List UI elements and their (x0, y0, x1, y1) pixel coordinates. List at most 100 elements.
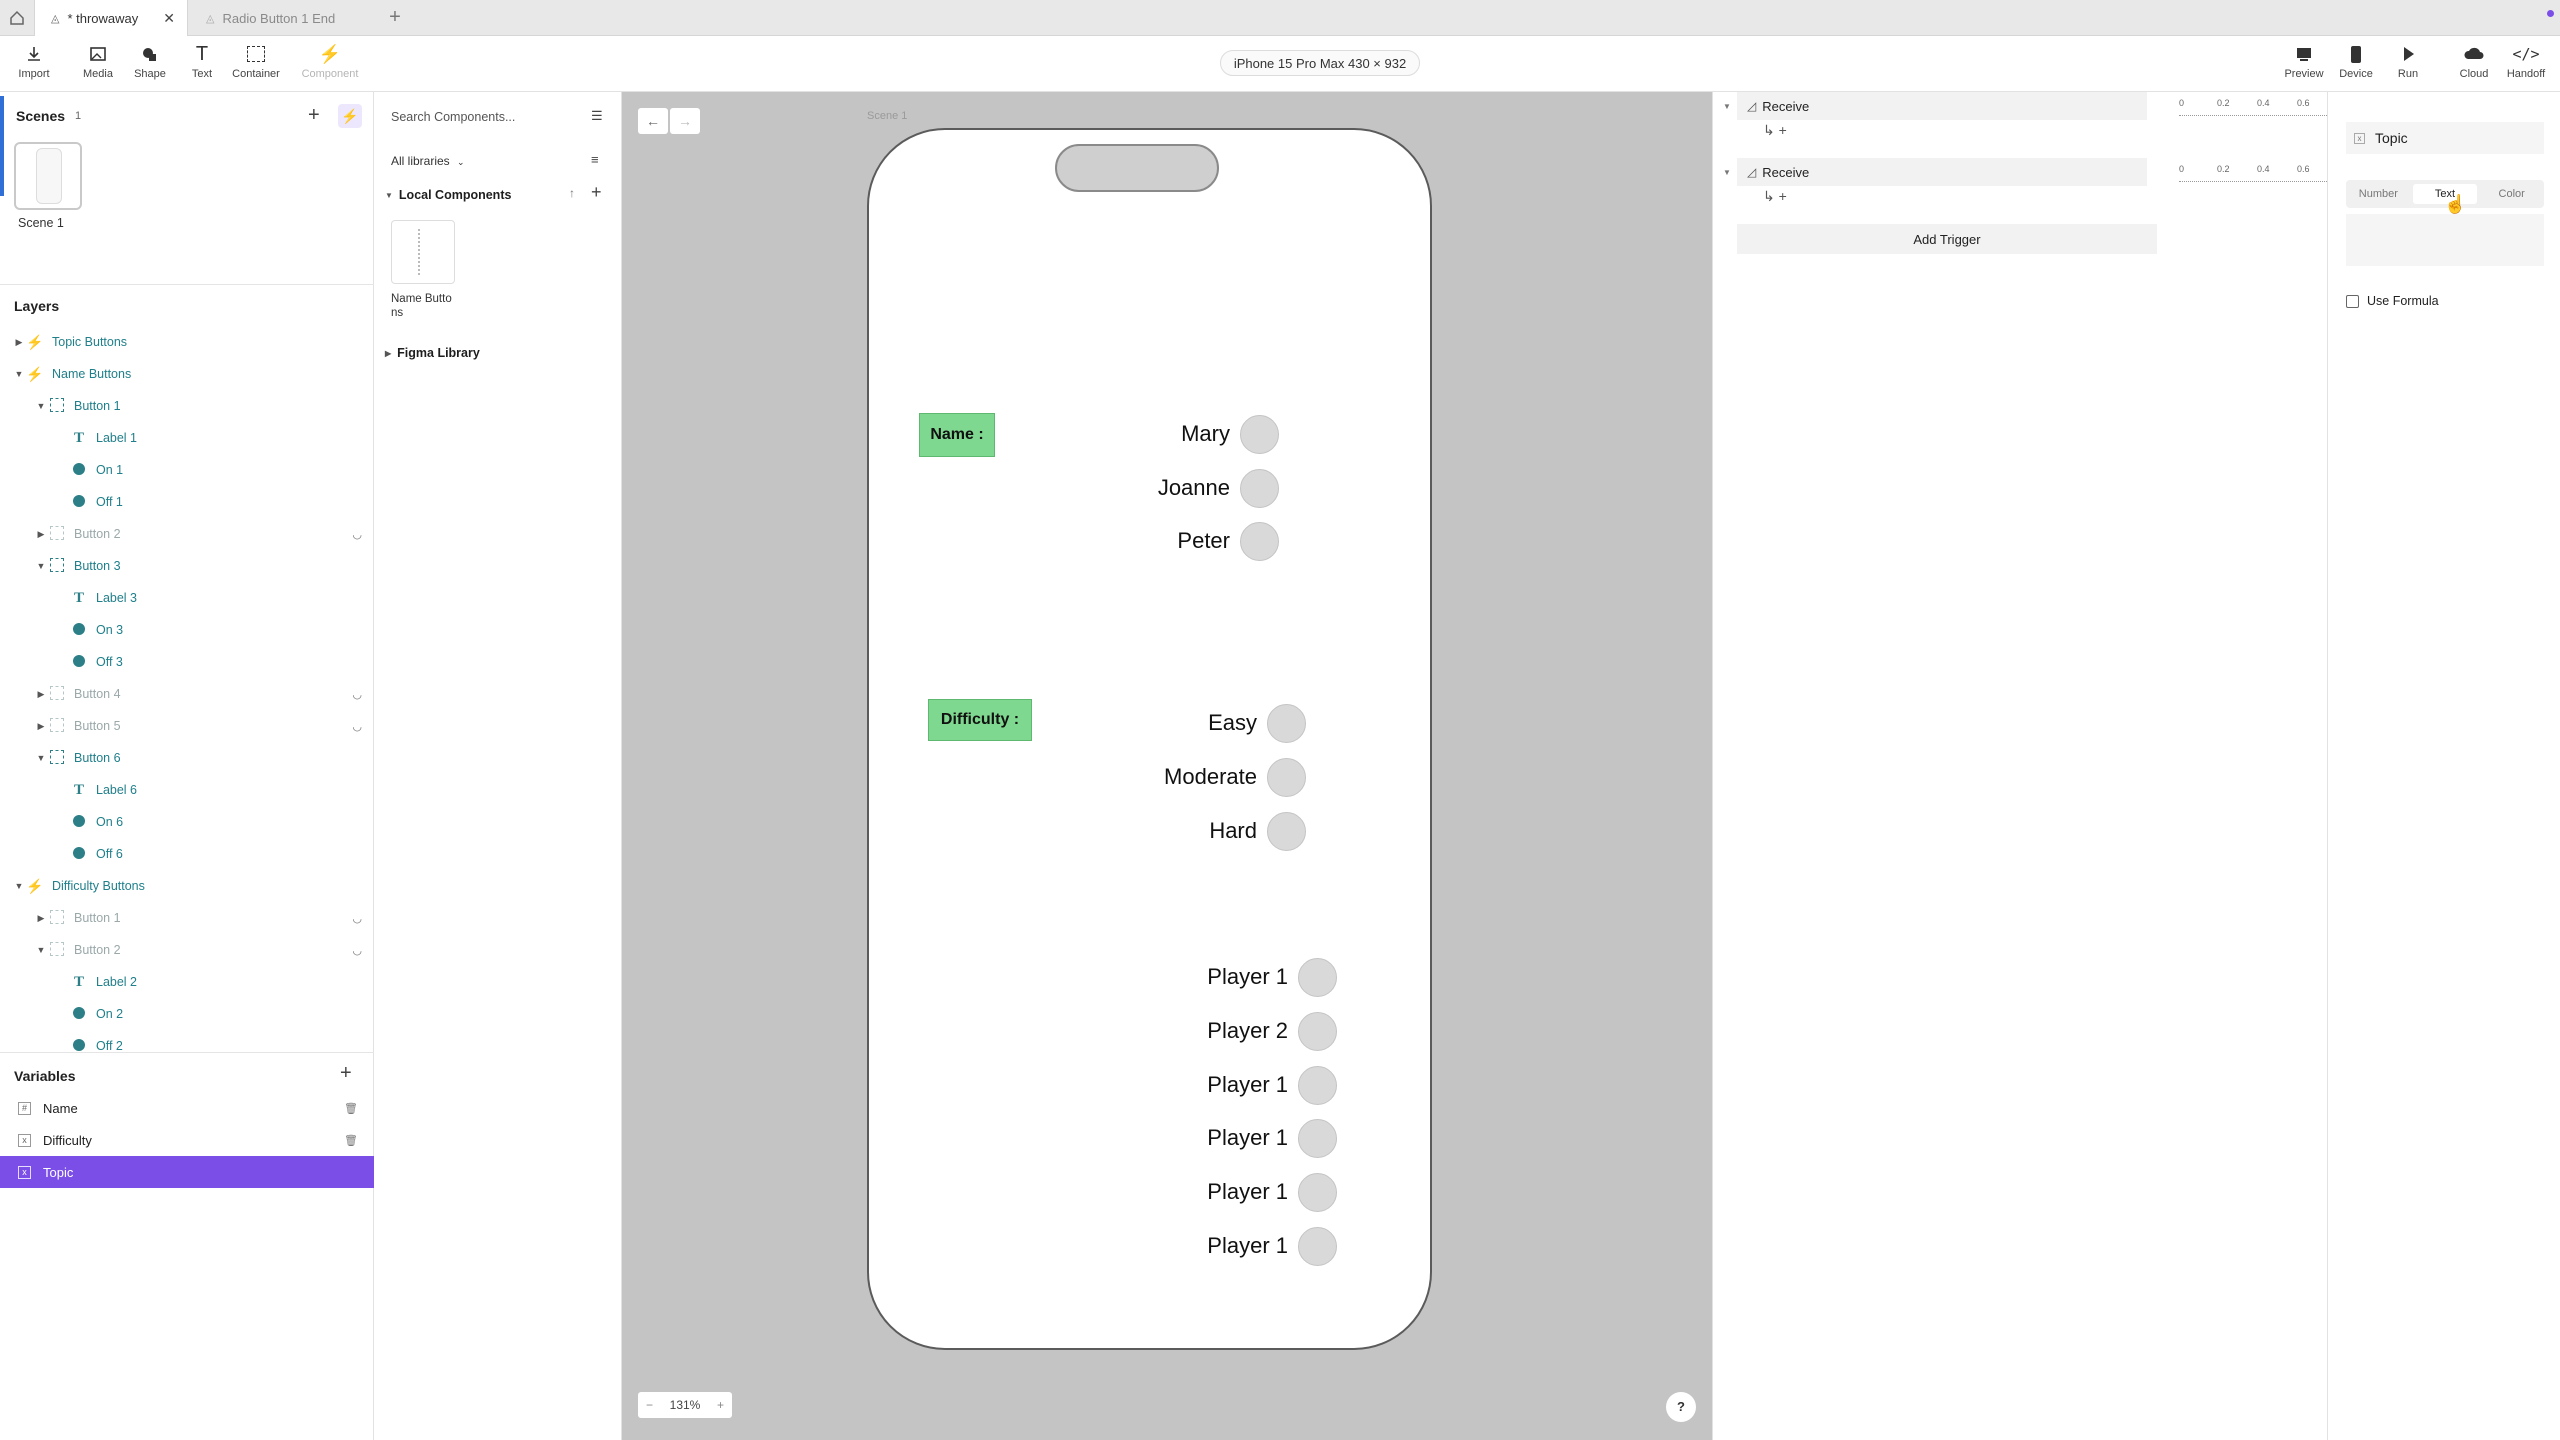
player-radio-row[interactable]: Player 1 (1069, 1226, 1337, 1266)
radio-circle[interactable] (1240, 521, 1279, 561)
caret-down-icon[interactable]: ▼ (34, 945, 48, 955)
add-scene-button[interactable]: + (308, 104, 320, 127)
name-radio-row[interactable]: Mary (1069, 414, 1279, 454)
layer-on[interactable]: On 3 (0, 614, 374, 646)
add-variable-button[interactable]: + (340, 1062, 352, 1085)
cloud-button[interactable]: Cloud (2444, 42, 2504, 88)
shape-button[interactable]: Shape (120, 42, 180, 88)
type-number-option[interactable]: Number (2346, 188, 2411, 200)
text-button[interactable]: T Text (172, 42, 232, 88)
redo-button[interactable]: → (670, 108, 700, 134)
caret-right-icon[interactable]: ▶ (34, 721, 48, 732)
delete-icon[interactable]: 🗑 (344, 1102, 358, 1115)
caret-down-icon[interactable]: ▼ (12, 369, 26, 379)
radio-circle[interactable] (1240, 468, 1279, 508)
caret-down-icon[interactable]: ▼ (34, 401, 48, 411)
layer-difficulty-buttons[interactable]: ▼ ⚡ Difficulty Buttons (0, 870, 374, 902)
new-tab-button[interactable]: + (384, 6, 406, 28)
add-response-button[interactable]: ↳ + (1763, 188, 1787, 205)
component-button[interactable]: ⚡ Component (300, 42, 360, 88)
preview-button[interactable]: Preview (2274, 42, 2334, 88)
device-button[interactable]: Device (2326, 42, 2386, 88)
library-view-icon[interactable]: ☰ (591, 108, 603, 124)
caret-down-icon[interactable]: ▼ (12, 881, 26, 891)
scene-thumbnail[interactable] (14, 142, 82, 210)
layer-off[interactable]: Off 3 (0, 646, 374, 678)
caret-down-icon[interactable]: ▼ (34, 753, 48, 763)
radio-circle[interactable] (1298, 1226, 1337, 1266)
list-view-icon[interactable]: ≡ (591, 152, 599, 167)
upload-icon[interactable]: ↑ (569, 186, 575, 200)
layer-on[interactable]: On 6 (0, 806, 374, 838)
tab-throwaway[interactable]: ◬ * throwaway ✕ (34, 0, 188, 36)
zoom-in-button[interactable]: + (717, 1398, 724, 1412)
add-response-button[interactable]: ↳ + (1763, 122, 1787, 139)
import-button[interactable]: Import (4, 42, 64, 88)
radio-circle[interactable] (1298, 1011, 1337, 1051)
layer-button-hidden[interactable]: ▼ Button 2 ◡ (0, 934, 374, 966)
close-icon[interactable]: ✕ (163, 10, 175, 27)
radio-circle[interactable] (1267, 811, 1306, 851)
radio-circle[interactable] (1298, 1118, 1337, 1158)
layer-button-hidden[interactable]: ▶ Button 5 ◡ (0, 710, 374, 742)
radio-circle[interactable] (1267, 757, 1306, 797)
layer-button[interactable]: ▼ Button 1 (0, 390, 374, 422)
device-selector[interactable]: iPhone 15 Pro Max 430 × 932 (1220, 50, 1420, 76)
player-radio-row[interactable]: Player 1 (1069, 1118, 1337, 1158)
add-trigger-button[interactable]: Add Trigger (1737, 224, 2157, 254)
radio-circle[interactable] (1298, 1065, 1337, 1105)
difficulty-radio-row[interactable]: Easy (1069, 703, 1306, 743)
container-button[interactable]: Container (226, 42, 286, 88)
radio-circle[interactable] (1298, 1172, 1337, 1212)
layer-off[interactable]: Off 2 (0, 1030, 374, 1062)
caret-right-icon[interactable]: ▶ (12, 337, 26, 348)
checkbox-box[interactable] (2346, 294, 2359, 308)
caret-down-icon[interactable]: ▼ (34, 561, 48, 571)
flow-bolt-button[interactable]: ⚡ (338, 104, 362, 128)
hidden-eye-icon[interactable]: ◡ (352, 912, 362, 925)
player-radio-row[interactable]: Player 1 (1069, 1065, 1337, 1105)
layer-label[interactable]: T Label 1 (0, 422, 374, 454)
variable-difficulty[interactable]: x Difficulty 🗑 (0, 1124, 374, 1156)
library-filter-dropdown[interactable]: All libraries ⌄ (391, 154, 465, 168)
layer-button-hidden[interactable]: ▶ Button 1 ◡ (0, 902, 374, 934)
radio-circle[interactable] (1267, 703, 1306, 743)
caret-right-icon[interactable]: ▶ (34, 529, 48, 540)
use-formula-checkbox[interactable]: Use Formula (2346, 294, 2439, 308)
layer-button[interactable]: ▼ Button 3 (0, 550, 374, 582)
text-value-input[interactable] (2346, 214, 2544, 266)
undo-button[interactable]: ← (638, 108, 668, 134)
variable-name[interactable]: # Name 🗑 (0, 1092, 374, 1124)
difficulty-radio-row[interactable]: Moderate (1069, 757, 1306, 797)
zoom-out-button[interactable]: − (646, 1398, 653, 1412)
hidden-eye-icon[interactable]: ◡ (352, 944, 362, 957)
layer-off[interactable]: Off 6 (0, 838, 374, 870)
help-button[interactable]: ? (1666, 1392, 1696, 1422)
canvas[interactable]: ← → Scene 1 Name : Mary Joanne Peter Dif… (622, 92, 1712, 1440)
media-button[interactable]: Media (68, 42, 128, 88)
player-radio-row[interactable]: Player 1 (1069, 957, 1337, 997)
hidden-eye-icon[interactable]: ◡ (352, 528, 362, 541)
trigger-receive-row[interactable]: ◿ Receive (1737, 158, 2147, 186)
collapse-caret-icon[interactable]: ▼ (1723, 102, 1731, 111)
player-radio-row[interactable]: Player 1 (1069, 1172, 1337, 1212)
phone-frame[interactable]: Name : Mary Joanne Peter Difficulty : Ea… (867, 128, 1432, 1350)
layer-button-hidden[interactable]: ▶ Button 4 ◡ (0, 678, 374, 710)
radio-circle[interactable] (1298, 957, 1337, 997)
zoom-level[interactable]: 131% (670, 1398, 701, 1412)
difficulty-radio-row[interactable]: Hard (1069, 811, 1306, 851)
handoff-button[interactable]: </> Handoff (2496, 42, 2556, 88)
component-search-input[interactable]: Search Components... (391, 110, 571, 124)
caret-right-icon[interactable]: ▶ (34, 689, 48, 700)
player-radio-row[interactable]: Player 2 (1069, 1011, 1337, 1051)
trigger-receive-row[interactable]: ◿ Receive (1737, 92, 2147, 120)
local-components-header[interactable]: ▼ Local Components (385, 188, 511, 202)
layer-button[interactable]: ▼ Button 6 (0, 742, 374, 774)
layer-topic-buttons[interactable]: ▶ ⚡ Topic Buttons (0, 326, 374, 358)
layer-label[interactable]: T Label 6 (0, 774, 374, 806)
layer-label[interactable]: T Label 2 (0, 966, 374, 998)
run-button[interactable]: Run (2378, 42, 2438, 88)
figma-library-header[interactable]: ▶ Figma Library (385, 346, 480, 360)
variable-topic-selected[interactable]: x Topic (0, 1156, 374, 1188)
name-radio-row[interactable]: Peter (1069, 521, 1279, 561)
